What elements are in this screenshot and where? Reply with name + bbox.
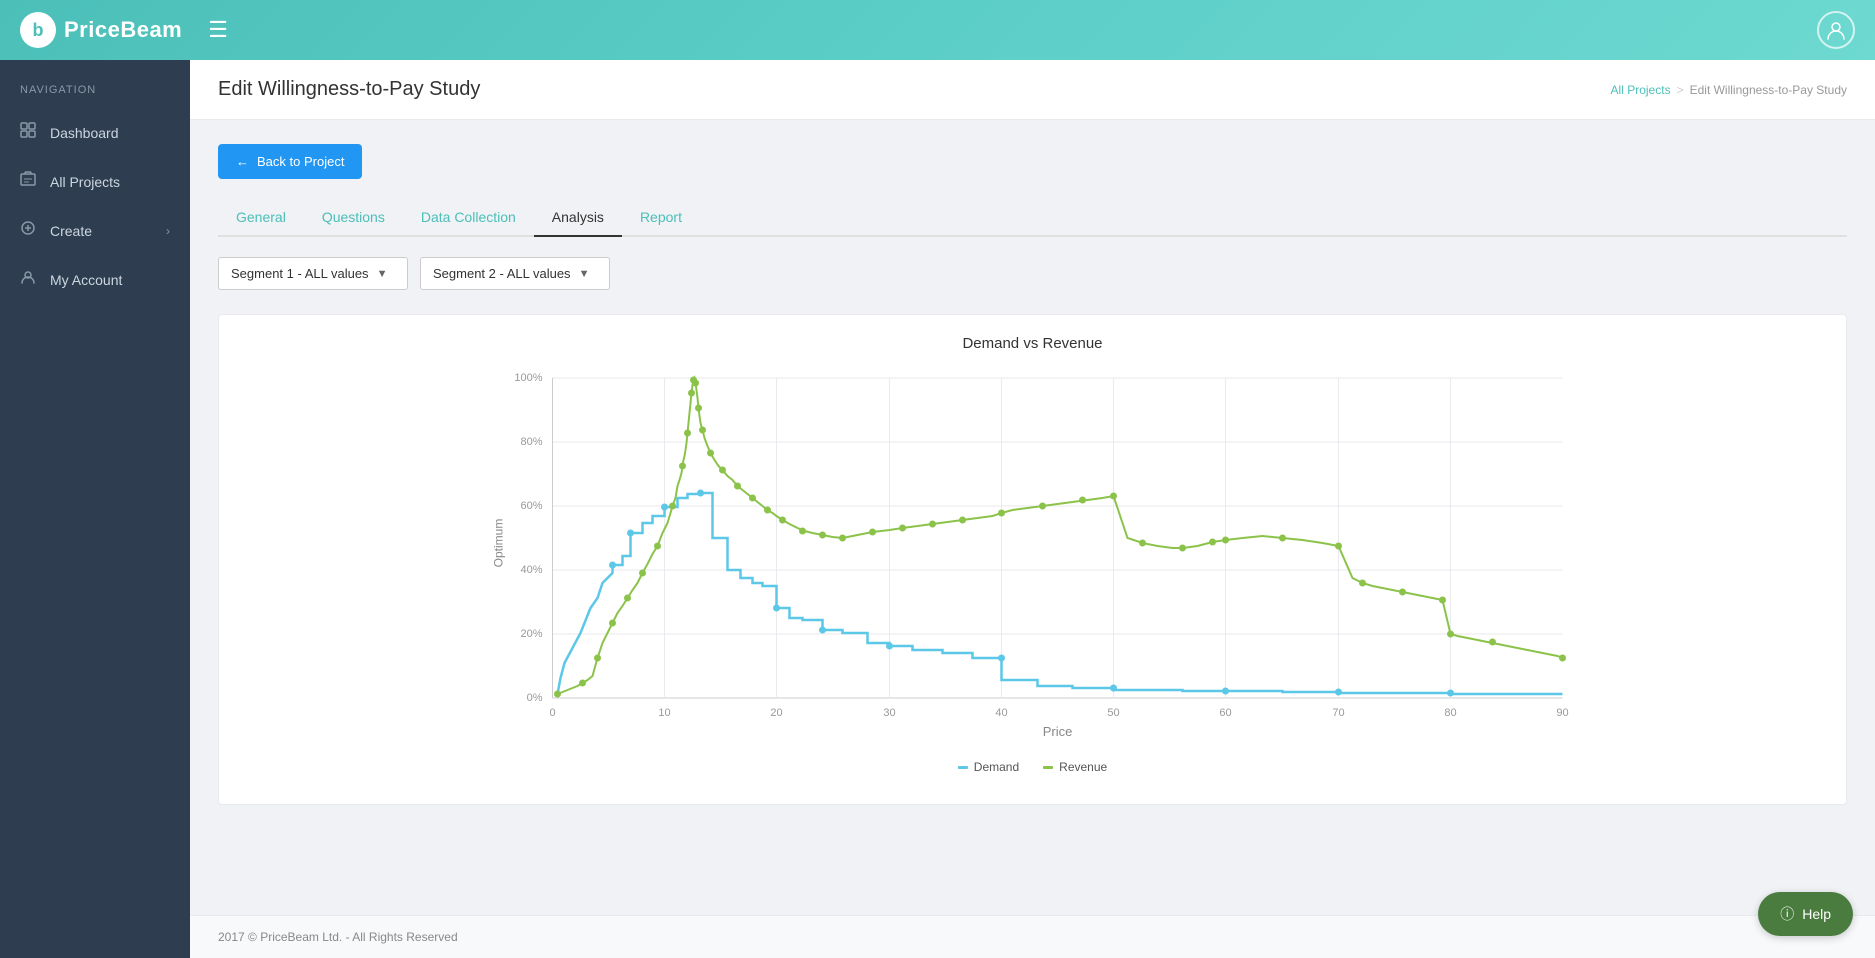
legend-revenue: Revenue xyxy=(1043,760,1107,774)
chart-legend: Demand Revenue xyxy=(235,760,1830,774)
user-avatar[interactable] xyxy=(1817,11,1855,49)
demand-legend-dot xyxy=(958,766,968,769)
svg-text:100%: 100% xyxy=(514,372,542,384)
svg-text:10: 10 xyxy=(658,707,670,719)
demand-dots xyxy=(609,490,1454,697)
create-icon xyxy=(20,220,36,241)
main-content: Edit Willingness-to-Pay Study All Projec… xyxy=(190,60,1875,958)
tab-report[interactable]: Report xyxy=(622,199,700,237)
chevron-down-icon: ▼ xyxy=(579,268,590,280)
chart-container: Demand vs Revenue .grid-line { stroke: #… xyxy=(218,314,1847,805)
logo-area: b PriceBeam xyxy=(20,12,182,48)
sidebar-item-all-projects[interactable]: All Projects xyxy=(0,157,190,206)
projects-icon xyxy=(20,171,36,192)
header-right xyxy=(1817,11,1855,49)
footer-text: 2017 © PriceBeam Ltd. - All Rights Reser… xyxy=(218,930,458,944)
svg-text:Price: Price xyxy=(1043,724,1073,739)
revenue-legend-dot xyxy=(1043,766,1053,769)
tabs: General Questions Data Collection Analys… xyxy=(218,199,1847,237)
sidebar-item-label: My Account xyxy=(50,272,122,288)
sidebar-item-label: Dashboard xyxy=(50,125,119,141)
breadcrumb: All Projects > Edit Willingness-to-Pay S… xyxy=(1611,83,1847,97)
tab-data-collection[interactable]: Data Collection xyxy=(403,199,534,237)
demand-legend-label: Demand xyxy=(974,760,1019,774)
create-left: Create xyxy=(20,220,92,241)
svg-text:20: 20 xyxy=(770,707,782,719)
content-area: ← Back to Project General Questions Data… xyxy=(190,120,1875,915)
svg-text:90: 90 xyxy=(1556,707,1568,719)
account-icon xyxy=(20,269,36,290)
sidebar-item-dashboard[interactable]: Dashboard xyxy=(0,108,190,157)
segment2-value: Segment 2 - ALL values xyxy=(433,266,571,281)
help-icon: ⓘ xyxy=(1780,904,1794,924)
svg-text:40%: 40% xyxy=(520,564,542,576)
sidebar-item-my-account[interactable]: My Account xyxy=(0,255,190,304)
back-arrow-icon: ← xyxy=(236,154,249,169)
tab-analysis[interactable]: Analysis xyxy=(534,199,622,237)
svg-text:40: 40 xyxy=(995,707,1007,719)
tab-general[interactable]: General xyxy=(218,199,304,237)
svg-text:80: 80 xyxy=(1444,707,1456,719)
page-header: Edit Willingness-to-Pay Study All Projec… xyxy=(190,60,1875,120)
chevron-down-icon: ▼ xyxy=(377,268,388,280)
svg-text:80%: 80% xyxy=(520,436,542,448)
logo-text: PriceBeam xyxy=(64,17,182,43)
svg-text:60%: 60% xyxy=(520,500,542,512)
breadcrumb-all-projects[interactable]: All Projects xyxy=(1611,83,1671,97)
sidebar-item-label: Create xyxy=(50,223,92,239)
page-title: Edit Willingness-to-Pay Study xyxy=(218,78,480,101)
footer: 2017 © PriceBeam Ltd. - All Rights Reser… xyxy=(190,915,1875,958)
svg-text:0: 0 xyxy=(549,707,555,719)
sidebar-item-label: All Projects xyxy=(50,174,120,190)
legend-demand: Demand xyxy=(958,760,1019,774)
revenue-dots xyxy=(554,377,1566,698)
hamburger-icon[interactable]: ☰ xyxy=(208,17,228,43)
svg-text:50: 50 xyxy=(1107,707,1119,719)
chart-title: Demand vs Revenue xyxy=(235,335,1830,352)
segment2-dropdown[interactable]: Segment 2 - ALL values ▼ xyxy=(420,257,610,290)
top-header: b PriceBeam ☰ xyxy=(0,0,1875,60)
svg-text:70: 70 xyxy=(1332,707,1344,719)
header-left: b PriceBeam ☰ xyxy=(20,12,228,48)
svg-text:60: 60 xyxy=(1219,707,1231,719)
chart-area: .grid-line { stroke: #e8eaed; stroke-wid… xyxy=(235,368,1830,748)
chevron-right-icon: › xyxy=(166,224,170,238)
svg-text:20%: 20% xyxy=(520,628,542,640)
back-button-label: Back to Project xyxy=(257,154,344,169)
svg-text:0%: 0% xyxy=(527,692,543,704)
body-wrapper: NAVIGATION Dashboard xyxy=(0,60,1875,958)
segment1-value: Segment 1 - ALL values xyxy=(231,266,369,281)
svg-text:30: 30 xyxy=(883,707,895,719)
segment1-dropdown[interactable]: Segment 1 - ALL values ▼ xyxy=(218,257,408,290)
revenue-line xyxy=(558,378,1563,694)
breadcrumb-current: Edit Willingness-to-Pay Study xyxy=(1690,83,1847,97)
breadcrumb-separator: > xyxy=(1677,83,1684,97)
dropdowns-row: Segment 1 - ALL values ▼ Segment 2 - ALL… xyxy=(218,257,1847,290)
sidebar-item-create[interactable]: Create › xyxy=(0,206,190,255)
dashboard-icon xyxy=(20,122,36,143)
nav-label: NAVIGATION xyxy=(0,76,190,108)
revenue-legend-label: Revenue xyxy=(1059,760,1107,774)
tab-questions[interactable]: Questions xyxy=(304,199,403,237)
chart-svg: .grid-line { stroke: #e8eaed; stroke-wid… xyxy=(235,368,1830,748)
svg-text:Optimum: Optimum xyxy=(492,519,506,568)
logo-icon: b xyxy=(20,12,56,48)
help-button[interactable]: ⓘ Help xyxy=(1758,892,1853,936)
help-label: Help xyxy=(1802,906,1831,922)
sidebar: NAVIGATION Dashboard xyxy=(0,60,190,958)
back-to-project-button[interactable]: ← Back to Project xyxy=(218,144,362,179)
